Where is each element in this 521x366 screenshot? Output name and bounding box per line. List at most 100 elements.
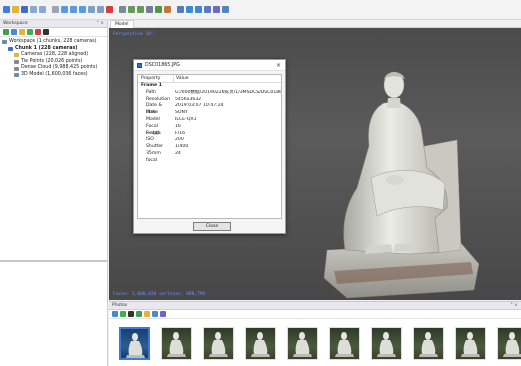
rotate-icon[interactable] <box>136 311 142 317</box>
property-row: Shutter 1/400 <box>138 144 281 151</box>
show-markers-icon[interactable] <box>195 6 202 13</box>
photo-thumbnail[interactable] <box>119 327 150 360</box>
property-name: Focal length <box>146 123 161 136</box>
dense-cloud-icon[interactable] <box>137 6 144 13</box>
circle-selection-icon[interactable] <box>70 6 77 13</box>
header-property[interactable]: Property <box>138 75 173 82</box>
property-value: 16 <box>175 123 181 129</box>
crop-selection-icon[interactable] <box>119 6 126 13</box>
tab-model[interactable]: Model <box>110 20 134 28</box>
navigation-icon[interactable] <box>52 6 59 13</box>
tree-item-label: Workspace (1 chunks, 228 cameras) <box>9 39 97 44</box>
redo-icon[interactable] <box>39 6 46 13</box>
chunk-icon <box>8 46 13 51</box>
workspace-icon <box>2 40 7 45</box>
open-icon[interactable] <box>12 6 19 13</box>
property-name: Model <box>146 116 160 122</box>
statue-thumbnail-image <box>126 333 145 358</box>
photos-panel: Photos ° × <box>109 301 521 366</box>
dialog-title: DSC01865.JPG <box>145 62 180 68</box>
section-row: Frame 1 <box>138 83 281 90</box>
cameras-folder-icon <box>14 53 19 58</box>
statue-thumbnail-image <box>419 332 438 357</box>
photo-thumbnail[interactable] <box>455 327 486 360</box>
photo-thumbnail[interactable] <box>245 327 276 360</box>
show-cameras-icon[interactable] <box>186 6 193 13</box>
panel-splitter[interactable] <box>0 260 108 262</box>
tiled-model-icon[interactable] <box>177 6 184 13</box>
photos-panel-title: Photos ° × <box>109 302 521 310</box>
tree-item-label: Cameras (228, 228 aligned) <box>21 52 89 58</box>
add-chunk-icon[interactable] <box>3 29 9 35</box>
close-icon[interactable]: × <box>276 62 281 69</box>
remove-items-icon[interactable] <box>43 29 49 35</box>
close-button[interactable]: Close <box>193 222 231 231</box>
workspace-toolbar <box>0 28 107 37</box>
undo-icon[interactable] <box>30 6 37 13</box>
move-region-icon[interactable] <box>97 6 104 13</box>
textured-icon[interactable] <box>164 6 171 13</box>
main-toolbar <box>0 0 521 20</box>
property-row: Make SONY <box>138 110 281 117</box>
thumbnail-size-icon[interactable] <box>160 311 166 317</box>
photo-thumbnail[interactable] <box>497 327 521 360</box>
reset-filter-icon[interactable] <box>144 311 150 317</box>
panel-controls[interactable]: ° × <box>511 302 518 310</box>
tie-points-icon <box>14 60 19 65</box>
mesh-icon[interactable] <box>146 6 153 13</box>
property-value: SONY <box>175 110 188 116</box>
photo-thumbnail[interactable] <box>329 327 360 360</box>
disable-icon[interactable] <box>35 29 41 35</box>
photo-thumbnail[interactable] <box>203 327 234 360</box>
view-tabbar: Model <box>109 20 521 28</box>
dialog-titlebar[interactable]: DSC01865.JPG × <box>134 60 285 71</box>
region-icon[interactable] <box>204 6 211 13</box>
tree-item[interactable]: Dense Cloud (9,988,425 points) <box>2 65 105 72</box>
photos-toolbar <box>109 310 521 319</box>
reset-view-icon[interactable] <box>222 6 229 13</box>
tree-item[interactable]: Workspace (1 chunks, 228 cameras) <box>2 39 105 46</box>
resize-region-icon[interactable] <box>88 6 95 13</box>
photo-thumbnail[interactable] <box>413 327 444 360</box>
statue-thumbnail-image <box>335 332 354 357</box>
property-value: 2019:03:07 10:47:24 <box>175 103 224 109</box>
enable-icon[interactable] <box>27 29 33 35</box>
property-row: Date & time 2019:03:07 10:47:24 <box>138 103 281 115</box>
add-photos-icon[interactable] <box>11 29 17 35</box>
add-folder-icon[interactable] <box>19 29 25 35</box>
tree-item[interactable]: Cameras (228, 228 aligned) <box>2 52 105 59</box>
header-value[interactable]: Value <box>173 75 281 82</box>
statue-thumbnail-image <box>167 332 186 357</box>
statue-thumbnail-image <box>209 332 228 357</box>
new-project-icon[interactable] <box>3 6 10 13</box>
statue-thumbnail-image <box>293 332 312 357</box>
panel-controls[interactable]: ° × <box>97 20 104 28</box>
statue-thumbnail-image <box>461 332 480 357</box>
photo-thumbnail[interactable] <box>371 327 402 360</box>
rectangle-selection-icon[interactable] <box>61 6 68 13</box>
remove-icon[interactable] <box>128 311 134 317</box>
tree-item[interactable]: 3D Model (1,600,036 faces) <box>2 72 105 79</box>
tree-item-label: Dense Cloud (9,988,425 points) <box>21 65 98 71</box>
save-icon[interactable] <box>21 6 28 13</box>
delete-selection-icon[interactable] <box>106 6 113 13</box>
shaded-icon[interactable] <box>155 6 162 13</box>
tree-item-label: 3D Model (1,600,036 faces) <box>21 71 88 77</box>
photo-thumbnail[interactable] <box>161 327 192 360</box>
enable-icon[interactable] <box>120 311 126 317</box>
property-row: Model ILCE-QX1 <box>138 117 281 124</box>
property-name: 35mm focal <box>146 150 161 163</box>
property-name: Shutter <box>146 144 164 150</box>
dense-cloud-icon <box>14 66 19 71</box>
property-value: F/16 <box>175 130 186 136</box>
photo-thumbnail[interactable] <box>287 327 318 360</box>
properties-table: Property Value Frame 1 Path G:/000数据/2019… <box>137 74 282 219</box>
show-trackball-icon[interactable] <box>213 6 220 13</box>
model-icon <box>14 73 19 78</box>
statue-thumbnail-image <box>503 332 521 357</box>
free-form-selection-icon[interactable] <box>79 6 86 13</box>
add-photos-icon[interactable] <box>112 311 118 317</box>
point-cloud-icon[interactable] <box>128 6 135 13</box>
workspace-panel-title: Workspace ° × <box>0 20 107 28</box>
view-details-icon[interactable] <box>152 311 158 317</box>
